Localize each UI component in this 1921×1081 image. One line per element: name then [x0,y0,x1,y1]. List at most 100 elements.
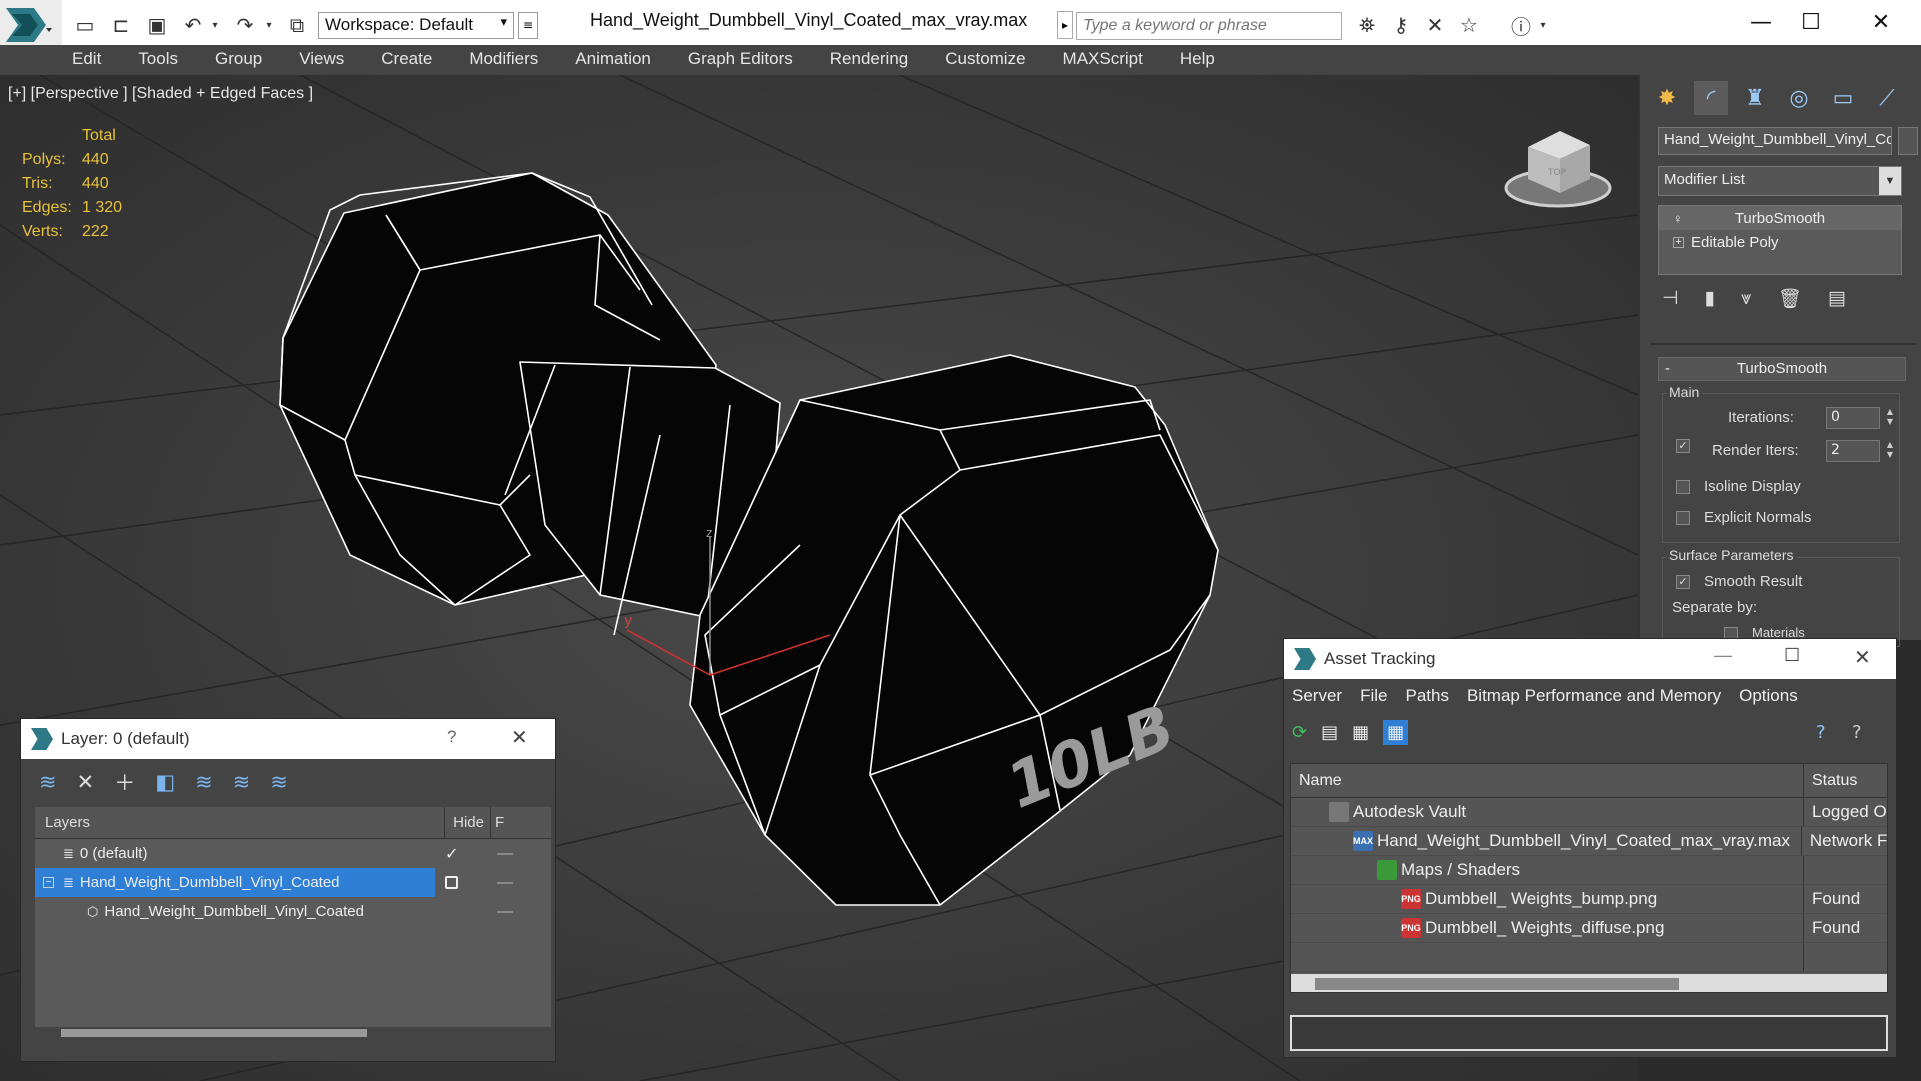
hide-toggle[interactable] [497,910,513,913]
freeze-column-header[interactable]: F [491,814,504,831]
smooth-result-checkbox[interactable]: ✓ [1676,575,1690,589]
asset-menu-bitmap-performance[interactable]: Bitmap Performance and Memory [1467,686,1721,706]
motion-tab-icon[interactable]: ◎ [1782,81,1816,115]
render-iters-spinner[interactable]: 2 [1826,440,1880,462]
object-name-field[interactable]: Hand_Weight_Dumbbell_Vinyl_Coated [1658,127,1892,155]
cross-icon[interactable]: ✕ [1422,12,1448,38]
menu-edit[interactable]: Edit [72,45,101,75]
search-input[interactable] [1076,12,1342,40]
undo-icon[interactable]: ↶ [180,12,206,38]
help-icon[interactable]: ? [447,727,456,747]
minimize-icon[interactable]: — [1714,645,1732,666]
layer-object-row[interactable]: ⬡ Hand_Weight_Dumbbell_Vinyl_Coated [35,897,551,926]
expand-icon[interactable]: + [1673,236,1684,248]
create-layer-icon[interactable]: ≋ [39,770,57,794]
maximize-icon[interactable]: ☐ [1784,645,1800,666]
render-iters-checkbox[interactable]: ✓ [1676,439,1690,453]
hide-all-layers-icon[interactable]: ≋ [233,770,251,794]
binoculars-icon[interactable]: ⛯ [1354,12,1380,38]
menu-animation[interactable]: Animation [575,45,651,75]
asset-row[interactable]: PNG Dumbbell_ Weights_diffuse.png Found [1291,914,1887,943]
lightbulb-icon[interactable]: ♀ [1673,211,1683,226]
menu-create[interactable]: Create [381,45,432,75]
refresh-icon[interactable]: ⟳ [1292,722,1307,743]
menu-group[interactable]: Group [215,45,262,75]
modifier-list-dropdown[interactable]: Modifier List ▼ [1658,166,1902,196]
configure-sets-icon[interactable]: ▤ [1828,287,1846,309]
workspace-selector[interactable]: Workspace: Default ▾ [318,12,514,39]
set-active-layer-icon[interactable] [445,876,458,889]
name-column-header[interactable]: Name [1291,764,1804,797]
freeze-all-layers-icon[interactable]: ≋ [270,770,288,794]
isoline-display-checkbox[interactable] [1676,480,1690,494]
redo-dropdown-icon[interactable]: ▾ [262,12,276,38]
asset-menu-options[interactable]: Options [1739,686,1798,706]
display-tab-icon[interactable]: ▭ [1826,81,1860,115]
redo-icon[interactable]: ↷ [232,12,258,38]
iterations-spinner[interactable]: 0 [1826,407,1880,429]
stack-item-turbosmooth[interactable]: ♀ TurboSmooth [1659,206,1901,230]
asset-menu-paths[interactable]: Paths [1405,686,1448,706]
scrollbar-thumb[interactable] [61,1029,367,1037]
pin-stack-icon[interactable]: ⊣ [1662,287,1679,309]
project-folder-icon[interactable]: ⧉ [284,12,310,38]
spinner-arrows-icon[interactable]: ▲ ▼ [1884,407,1896,429]
status-column-header[interactable]: Status [1804,772,1857,790]
open-file-icon[interactable]: ⊏ [108,12,134,38]
help-dropdown-icon[interactable]: ▾ [1536,12,1550,38]
layers-column-header[interactable]: Layers [35,807,445,838]
rollout-header[interactable]: - TurboSmooth [1658,357,1906,381]
new-file-icon[interactable]: ▭ [72,12,98,38]
scrollbar-thumb[interactable] [1315,978,1679,990]
list-view-icon[interactable]: ▤ [1321,722,1338,743]
hide-toggle[interactable] [497,881,513,884]
asset-menu-file[interactable]: File [1360,686,1387,706]
active-layer-check-icon[interactable]: ✓ [445,844,458,864]
menu-views[interactable]: Views [299,45,344,75]
asset-dialog-titlebar[interactable]: Asset Tracking — ☐ ✕ [1284,639,1896,679]
layer-row[interactable]: ≣ 0 (default) ✓ [35,839,551,868]
select-in-layer-icon[interactable]: ◧ [155,770,175,794]
menu-graph-editors[interactable]: Graph Editors [688,45,793,75]
horizontal-scrollbar[interactable] [35,1027,551,1039]
spinner-arrows-icon[interactable]: ▲ ▼ [1884,440,1896,462]
menu-rendering[interactable]: Rendering [830,45,908,75]
explicit-normals-checkbox[interactable] [1676,511,1690,525]
asset-row[interactable]: PNG Dumbbell_ Weights_bump.png Found [1291,885,1887,914]
add-to-layer-icon[interactable]: ＋ [114,767,135,797]
workspace-options-icon[interactable]: ≡ [518,12,538,39]
show-end-result-icon[interactable]: ▮ [1705,287,1715,309]
menu-tools[interactable]: Tools [138,45,178,75]
hide-toggle[interactable] [497,852,513,855]
menu-help[interactable]: Help [1180,45,1215,75]
utilities-tab-icon[interactable]: ⟋ [1870,81,1904,115]
menu-customize[interactable]: Customize [945,45,1025,75]
table-view-icon[interactable]: ▦ [1383,719,1409,745]
menu-modifiers[interactable]: Modifiers [469,45,538,75]
save-icon[interactable]: ▣ [144,12,170,38]
asset-row[interactable]: Maps / Shaders [1291,856,1887,885]
app-menu-button[interactable] [0,0,62,50]
star-icon[interactable]: ☆ [1456,12,1482,38]
layer-dialog-titlebar[interactable]: Layer: 0 (default) ? ✕ [21,719,555,759]
delete-layer-icon[interactable]: ✕ [77,770,95,794]
modify-tab-icon[interactable]: ◜ [1694,81,1728,115]
tree-view-icon[interactable]: ▦ [1352,722,1369,743]
help-icon[interactable]: ? [1816,722,1826,743]
minimize-icon[interactable]: — [1736,4,1786,40]
make-unique-icon[interactable]: ⩔ [1741,287,1752,309]
maximize-icon[interactable]: ☐ [1786,4,1836,40]
search-expand-icon[interactable]: ▸ [1057,11,1073,39]
close-icon[interactable]: ✕ [511,725,528,750]
close-icon[interactable]: ✕ [1856,4,1906,40]
collapse-icon[interactable]: − [43,877,54,888]
asset-path-field[interactable] [1290,1015,1888,1051]
menu-maxscript[interactable]: MAXScript [1063,45,1143,75]
hierarchy-tab-icon[interactable]: ♜ [1738,81,1772,115]
stack-item-editable-poly[interactable]: + Editable Poly [1659,230,1901,254]
hide-column-header[interactable]: Hide [445,807,491,838]
viewport-label-menu[interactable]: [+] [Perspective ] [Shaded + Edged Faces… [8,85,313,103]
create-tab-icon[interactable]: ✸ [1650,81,1684,115]
highlight-layer-icon[interactable]: ≋ [195,770,213,794]
asset-menu-server[interactable]: Server [1292,686,1342,706]
